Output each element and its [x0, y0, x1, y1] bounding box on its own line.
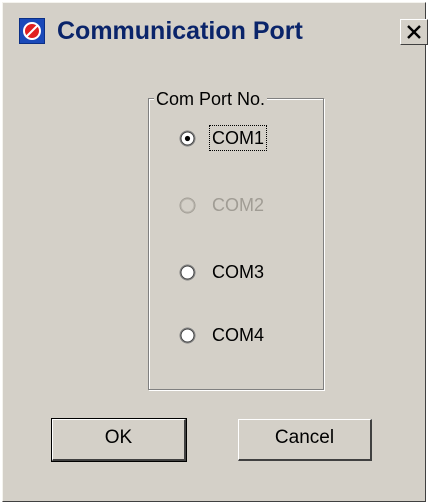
- groupbox-label: Com Port No.: [154, 89, 268, 109]
- app-icon: [19, 18, 45, 44]
- radio-label-com3[interactable]: COM3: [210, 260, 266, 284]
- radio-label-com4[interactable]: COM4: [210, 323, 266, 347]
- title-bar[interactable]: Communication Port: [5, 5, 428, 61]
- dialog-window: Communication Port Com Port No. COM1 COM…: [2, 2, 428, 502]
- ok-button[interactable]: OK: [51, 418, 187, 462]
- radio-button-com1[interactable]: [179, 130, 196, 147]
- close-button[interactable]: [400, 19, 428, 45]
- radio-label-com2: COM2: [212, 195, 265, 215]
- radio-label-com1[interactable]: COM1: [208, 125, 268, 151]
- close-icon: [407, 25, 421, 39]
- radio-button-com3[interactable]: [179, 264, 196, 281]
- radio-button-com4[interactable]: [179, 327, 196, 344]
- radio-button-com2: [179, 197, 196, 214]
- window-title: Communication Port: [57, 17, 303, 45]
- cancel-button[interactable]: Cancel: [238, 419, 372, 461]
